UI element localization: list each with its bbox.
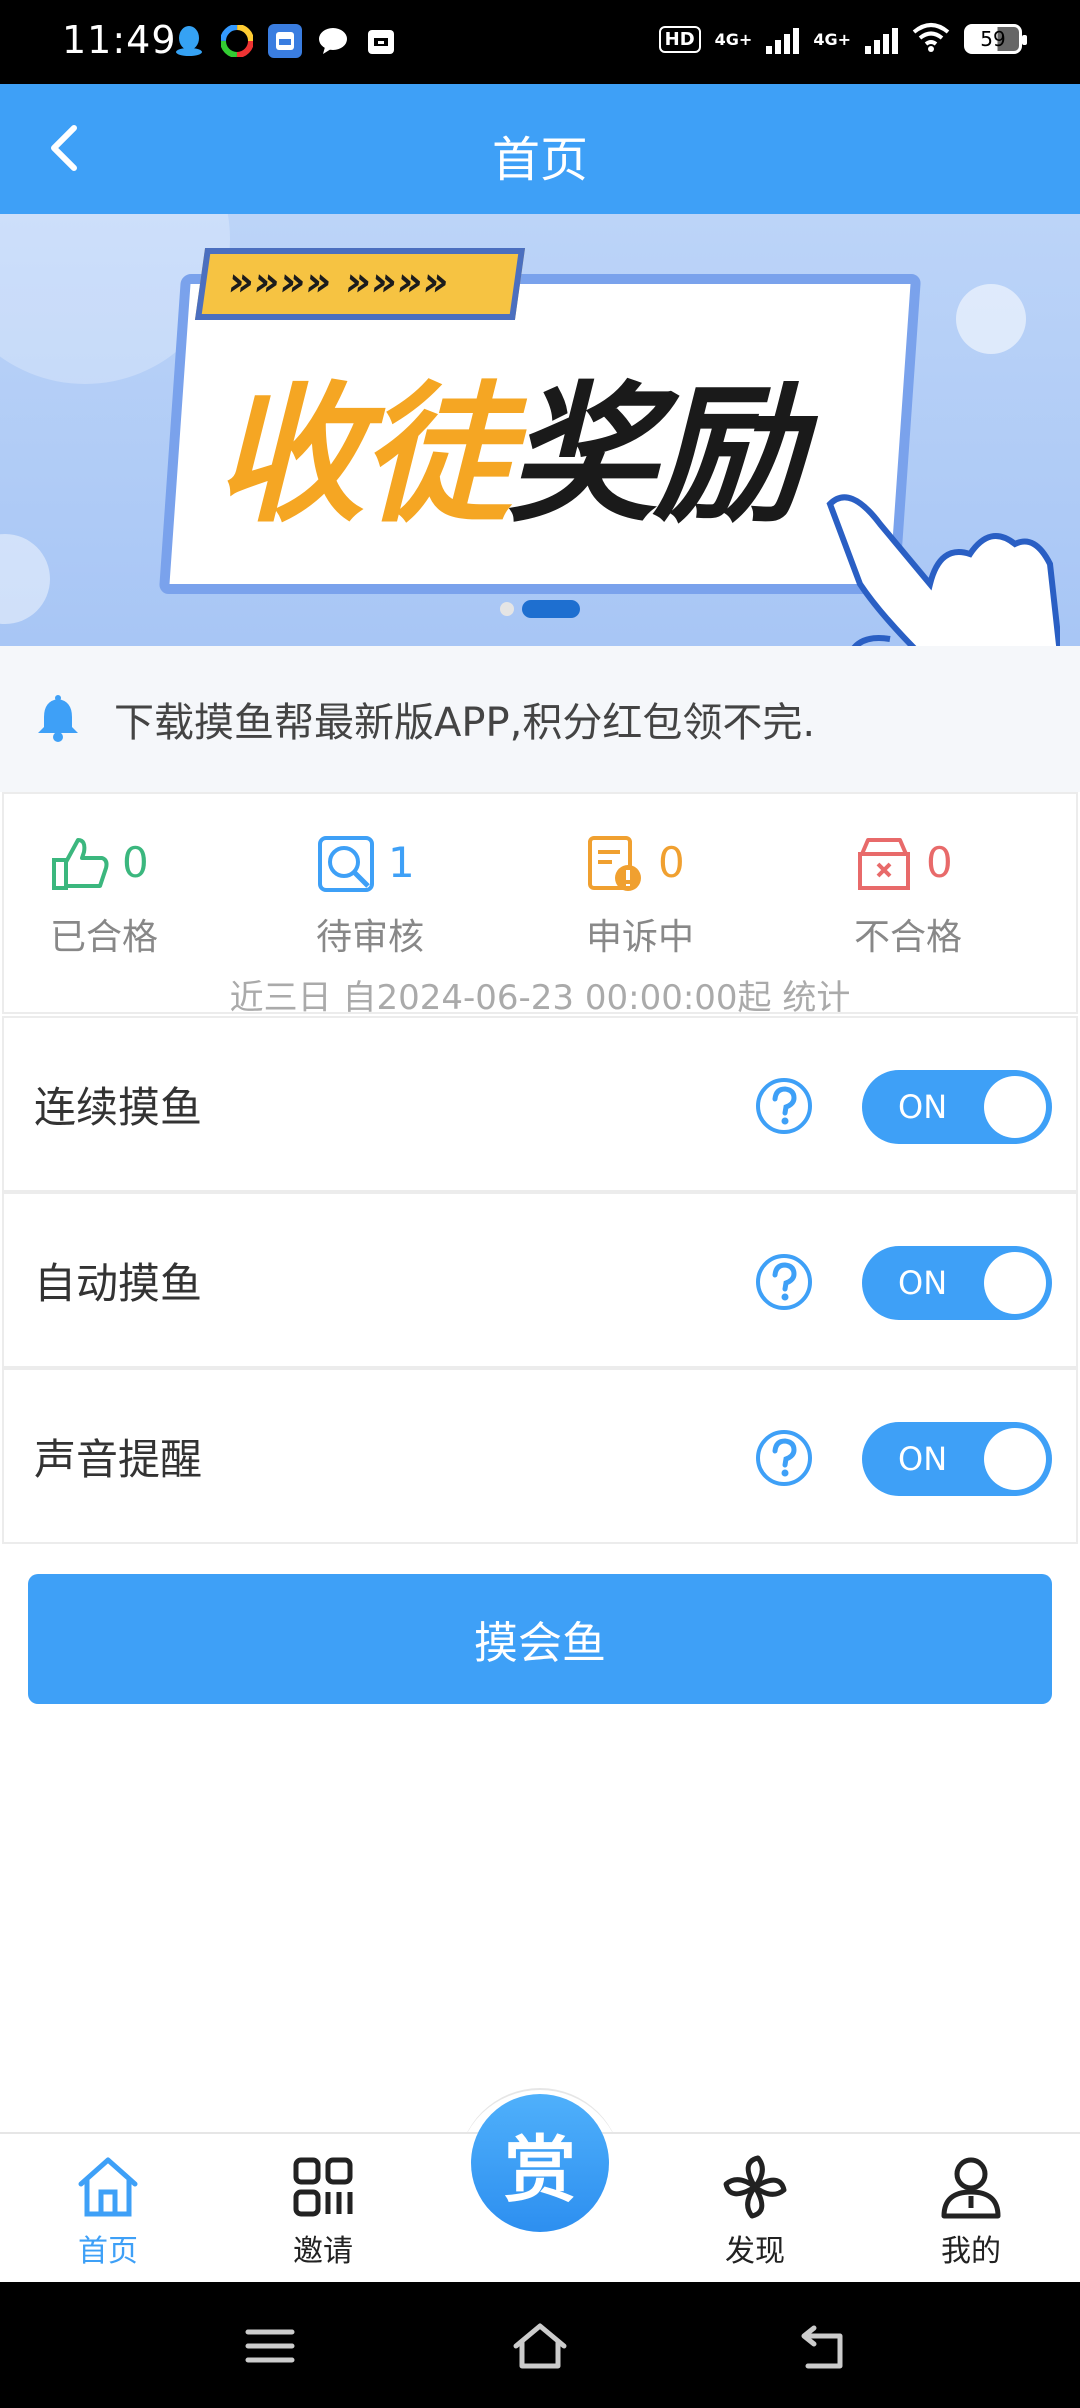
help-icon[interactable]: [754, 1076, 814, 1136]
stat-qualified[interactable]: 0 已合格: [50, 834, 250, 974]
toggle-state: ON: [898, 1088, 948, 1126]
stat-qualified-value: 0: [122, 838, 149, 887]
carousel-indicator[interactable]: [0, 598, 1080, 618]
stat-pending-value: 1: [388, 838, 415, 887]
stat-qualified-label: 已合格: [50, 917, 159, 958]
tab-label: 邀请: [293, 2234, 353, 2269]
reward-center-button[interactable]: 赏: [471, 2094, 609, 2232]
toggle-switch[interactable]: ON: [862, 1246, 1052, 1320]
invite-grid-icon: [293, 2157, 353, 2217]
tab-label: 发现: [725, 2234, 785, 2269]
status-bar: 11:49 HD 4G+ 4G+ 59: [0, 0, 1080, 84]
battery-icon: 59: [964, 24, 1027, 54]
help-icon[interactable]: [754, 1252, 814, 1312]
toggle-state: ON: [898, 1264, 948, 1302]
toggle-knob: [984, 1076, 1046, 1138]
network-label-2: 4G+: [813, 29, 851, 49]
tab-profile[interactable]: 我的: [906, 2152, 1036, 2270]
help-icon[interactable]: [754, 1428, 814, 1488]
signal-icon: [766, 24, 800, 54]
banner-decoration: [956, 284, 1026, 354]
toggle-knob: [984, 1428, 1046, 1490]
banner-headline: 收徒奖励: [215, 334, 803, 551]
stats-panel: 0 已合格 1 待审核 0 申诉中 0 不合格 近三日 自2024-06-23 …: [2, 792, 1078, 1018]
qq-icon: [172, 24, 206, 58]
signal-icon-2: [865, 24, 898, 54]
home-nav-icon[interactable]: [510, 2316, 570, 2376]
rejected-box-icon: [858, 838, 910, 890]
header-bar: 首页: [0, 84, 1080, 214]
hd-badge: HD: [658, 25, 701, 53]
banner-ribbon: »»»» »»»»: [194, 248, 526, 320]
toggle-state: ON: [898, 1440, 948, 1478]
stat-rejected-label: 不合格: [854, 917, 963, 958]
stat-appealing-value: 0: [658, 838, 685, 887]
notice-text: 下载摸鱼帮最新版APP,积分红包领不完.: [114, 700, 816, 746]
banner-headline-part2: 奖励: [507, 369, 803, 543]
carousel-dot-active[interactable]: [522, 600, 580, 618]
stat-pending[interactable]: 1 待审核: [316, 834, 516, 974]
wifi-icon: [912, 22, 950, 56]
setting-sound-alert: 声音提醒 ON: [2, 1368, 1078, 1544]
profile-icon: [941, 2157, 1001, 2219]
stat-appealing-label: 申诉中: [586, 917, 695, 958]
stats-period-note: 近三日 自2024-06-23 00:00:00起 统计: [229, 978, 851, 1018]
tab-discover[interactable]: 发现: [690, 2152, 820, 2270]
tab-home[interactable]: 首页: [43, 2152, 173, 2270]
colorful-app-icon: [220, 24, 254, 58]
search-review-icon: [318, 836, 374, 892]
toggle-switch[interactable]: ON: [862, 1070, 1052, 1144]
page-title: 首页: [491, 132, 588, 188]
setting-label: 连续摸鱼: [34, 1083, 203, 1132]
stat-appealing[interactable]: 0 申诉中: [586, 834, 786, 974]
bell-icon: [38, 695, 78, 742]
start-fishing-button[interactable]: 摸会鱼: [28, 1574, 1052, 1704]
setting-auto-fishing: 自动摸鱼 ON: [2, 1192, 1078, 1368]
appeal-doc-icon: [588, 836, 641, 891]
status-indicators: HD 4G+ 4G+ 59: [658, 22, 1027, 56]
app-store-icon: [268, 24, 302, 58]
toggle-switch[interactable]: ON: [862, 1422, 1052, 1496]
stat-pending-label: 待审核: [316, 917, 425, 958]
toggle-knob: [984, 1252, 1046, 1314]
back-nav-icon[interactable]: [794, 2316, 854, 2376]
home-icon: [78, 2157, 138, 2217]
status-time: 11:49: [62, 18, 177, 62]
setting-label: 声音提醒: [34, 1435, 203, 1484]
notice-bar[interactable]: 下载摸鱼帮最新版APP,积分红包领不完.: [0, 646, 1080, 792]
carousel-dot[interactable]: [500, 602, 514, 616]
notification-icons: [172, 24, 398, 58]
tab-label: 我的: [941, 2234, 1001, 2269]
pointing-hand-icon: [826, 494, 1060, 646]
stat-rejected-value: 0: [926, 838, 953, 887]
stat-rejected[interactable]: 0 不合格: [854, 834, 1054, 974]
discover-pinwheel-icon: [723, 2155, 787, 2219]
tab-invite[interactable]: 邀请: [258, 2152, 388, 2270]
setting-label: 自动摸鱼: [34, 1259, 203, 1308]
system-nav-bar: [0, 2282, 1080, 2408]
calendar-icon: [364, 24, 398, 58]
network-label-1: 4G+: [714, 29, 753, 49]
setting-continuous-fishing: 连续摸鱼 ON: [2, 1016, 1078, 1192]
menu-icon[interactable]: [240, 2316, 300, 2376]
banner-headline-part1: 收徒: [215, 369, 511, 543]
thumbs-up-icon: [52, 838, 109, 890]
message-icon: [316, 24, 350, 58]
promo-banner[interactable]: »»»» »»»» 收徒奖励: [0, 214, 1080, 646]
tab-label: 首页: [78, 2234, 138, 2269]
